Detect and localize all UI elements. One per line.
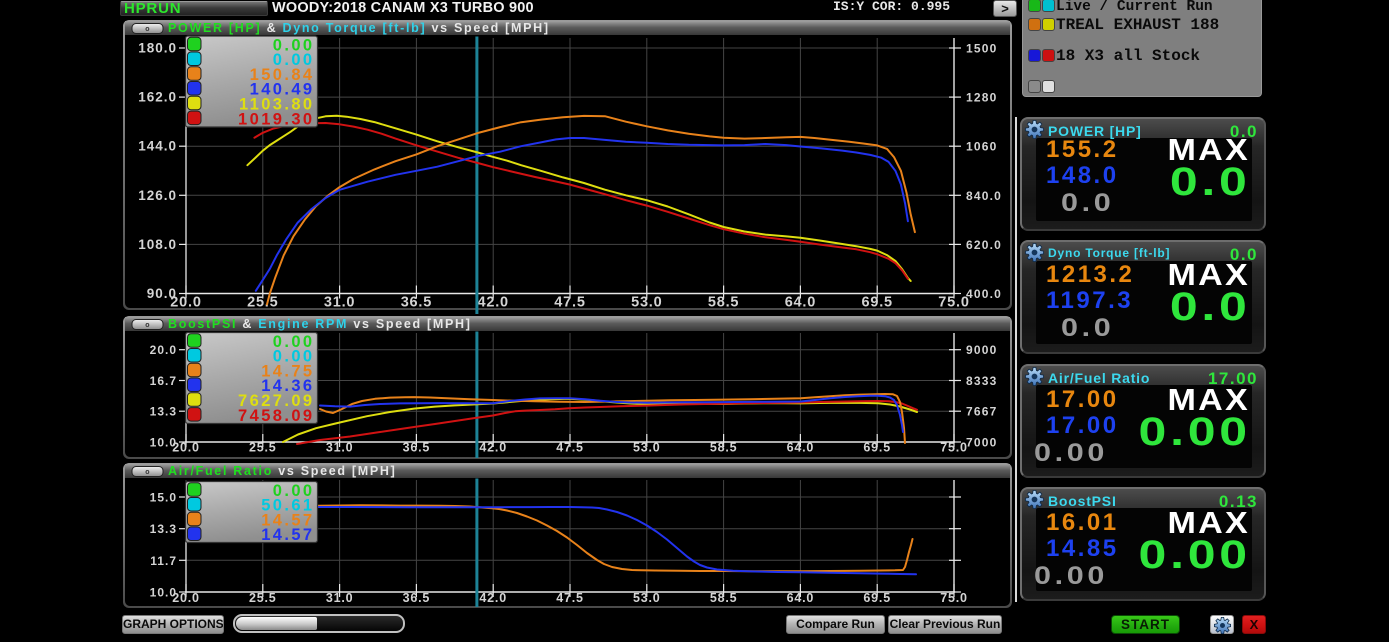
svg-text:400.0: 400.0: [966, 287, 1002, 301]
svg-text:o: o: [145, 322, 149, 329]
svg-text:20.0: 20.0: [150, 343, 177, 357]
svg-text:8333: 8333: [966, 374, 998, 388]
svg-text:11.7: 11.7: [150, 554, 177, 568]
svg-text:1060: 1060: [966, 140, 998, 154]
svg-text:108.0: 108.0: [138, 237, 177, 252]
svg-text:13.3: 13.3: [150, 405, 177, 419]
svg-text:1500: 1500: [966, 42, 998, 56]
svg-text:47.5: 47.5: [556, 591, 584, 605]
svg-text:25.5: 25.5: [247, 295, 278, 311]
svg-text:7458.09: 7458.09: [238, 407, 314, 425]
svg-text:10.0: 10.0: [150, 436, 177, 450]
svg-text:1280: 1280: [966, 91, 998, 105]
svg-text:36.5: 36.5: [401, 295, 432, 311]
svg-text:126.0: 126.0: [138, 188, 177, 203]
svg-text:58.5: 58.5: [708, 295, 739, 311]
svg-text:36.5: 36.5: [403, 591, 431, 605]
svg-text:144.0: 144.0: [138, 139, 177, 154]
svg-text:25.5: 25.5: [249, 441, 277, 455]
svg-text:53.0: 53.0: [631, 295, 662, 311]
svg-text:840.0: 840.0: [966, 189, 1002, 203]
svg-text:o: o: [145, 469, 149, 476]
svg-text:13.3: 13.3: [150, 522, 177, 536]
svg-text:o: o: [145, 26, 149, 33]
svg-text:162.0: 162.0: [138, 90, 177, 105]
svg-text:7000: 7000: [966, 436, 998, 450]
svg-text:15.0: 15.0: [150, 491, 177, 505]
svg-text:Air/Fuel Ratio vs Speed [MPH]: Air/Fuel Ratio vs Speed [MPH]: [168, 464, 397, 478]
svg-text:53.0: 53.0: [633, 441, 661, 455]
svg-text:75.0: 75.0: [938, 295, 969, 311]
svg-text:90.0: 90.0: [147, 286, 177, 301]
svg-text:31.0: 31.0: [326, 441, 354, 455]
svg-text:7667: 7667: [966, 405, 998, 419]
svg-text:180.0: 180.0: [138, 41, 177, 56]
svg-text:42.0: 42.0: [479, 441, 507, 455]
svg-text:42.0: 42.0: [479, 591, 507, 605]
svg-text:14.57: 14.57: [261, 526, 314, 544]
svg-text:58.5: 58.5: [710, 591, 738, 605]
svg-text:10.0: 10.0: [150, 586, 177, 600]
svg-text:9000: 9000: [966, 343, 998, 357]
svg-text:47.5: 47.5: [554, 295, 585, 311]
svg-text:1019.30: 1019.30: [238, 110, 314, 128]
svg-text:64.0: 64.0: [787, 441, 815, 455]
svg-text:58.5: 58.5: [710, 441, 738, 455]
svg-text:69.5: 69.5: [863, 441, 891, 455]
svg-text:31.0: 31.0: [324, 295, 355, 311]
svg-text:BoostPSI & Engine RPM vs Speed: BoostPSI & Engine RPM vs Speed [MPH]: [168, 317, 472, 331]
svg-text:64.0: 64.0: [787, 591, 815, 605]
svg-text:53.0: 53.0: [633, 591, 661, 605]
svg-text:75.0: 75.0: [940, 591, 968, 605]
svg-text:64.0: 64.0: [785, 295, 816, 311]
svg-text:42.0: 42.0: [477, 295, 508, 311]
svg-text:47.5: 47.5: [556, 441, 584, 455]
svg-text:69.5: 69.5: [863, 591, 891, 605]
svg-text:620.0: 620.0: [966, 238, 1002, 252]
svg-text:25.5: 25.5: [249, 591, 277, 605]
svg-text:POWER [HP] & Dyno Torque [ft-l: POWER [HP] & Dyno Torque [ft-lb] vs Spee…: [168, 21, 550, 35]
svg-text:31.0: 31.0: [326, 591, 354, 605]
svg-text:16.7: 16.7: [150, 374, 177, 388]
svg-text:36.5: 36.5: [403, 441, 431, 455]
svg-text:69.5: 69.5: [861, 295, 892, 311]
